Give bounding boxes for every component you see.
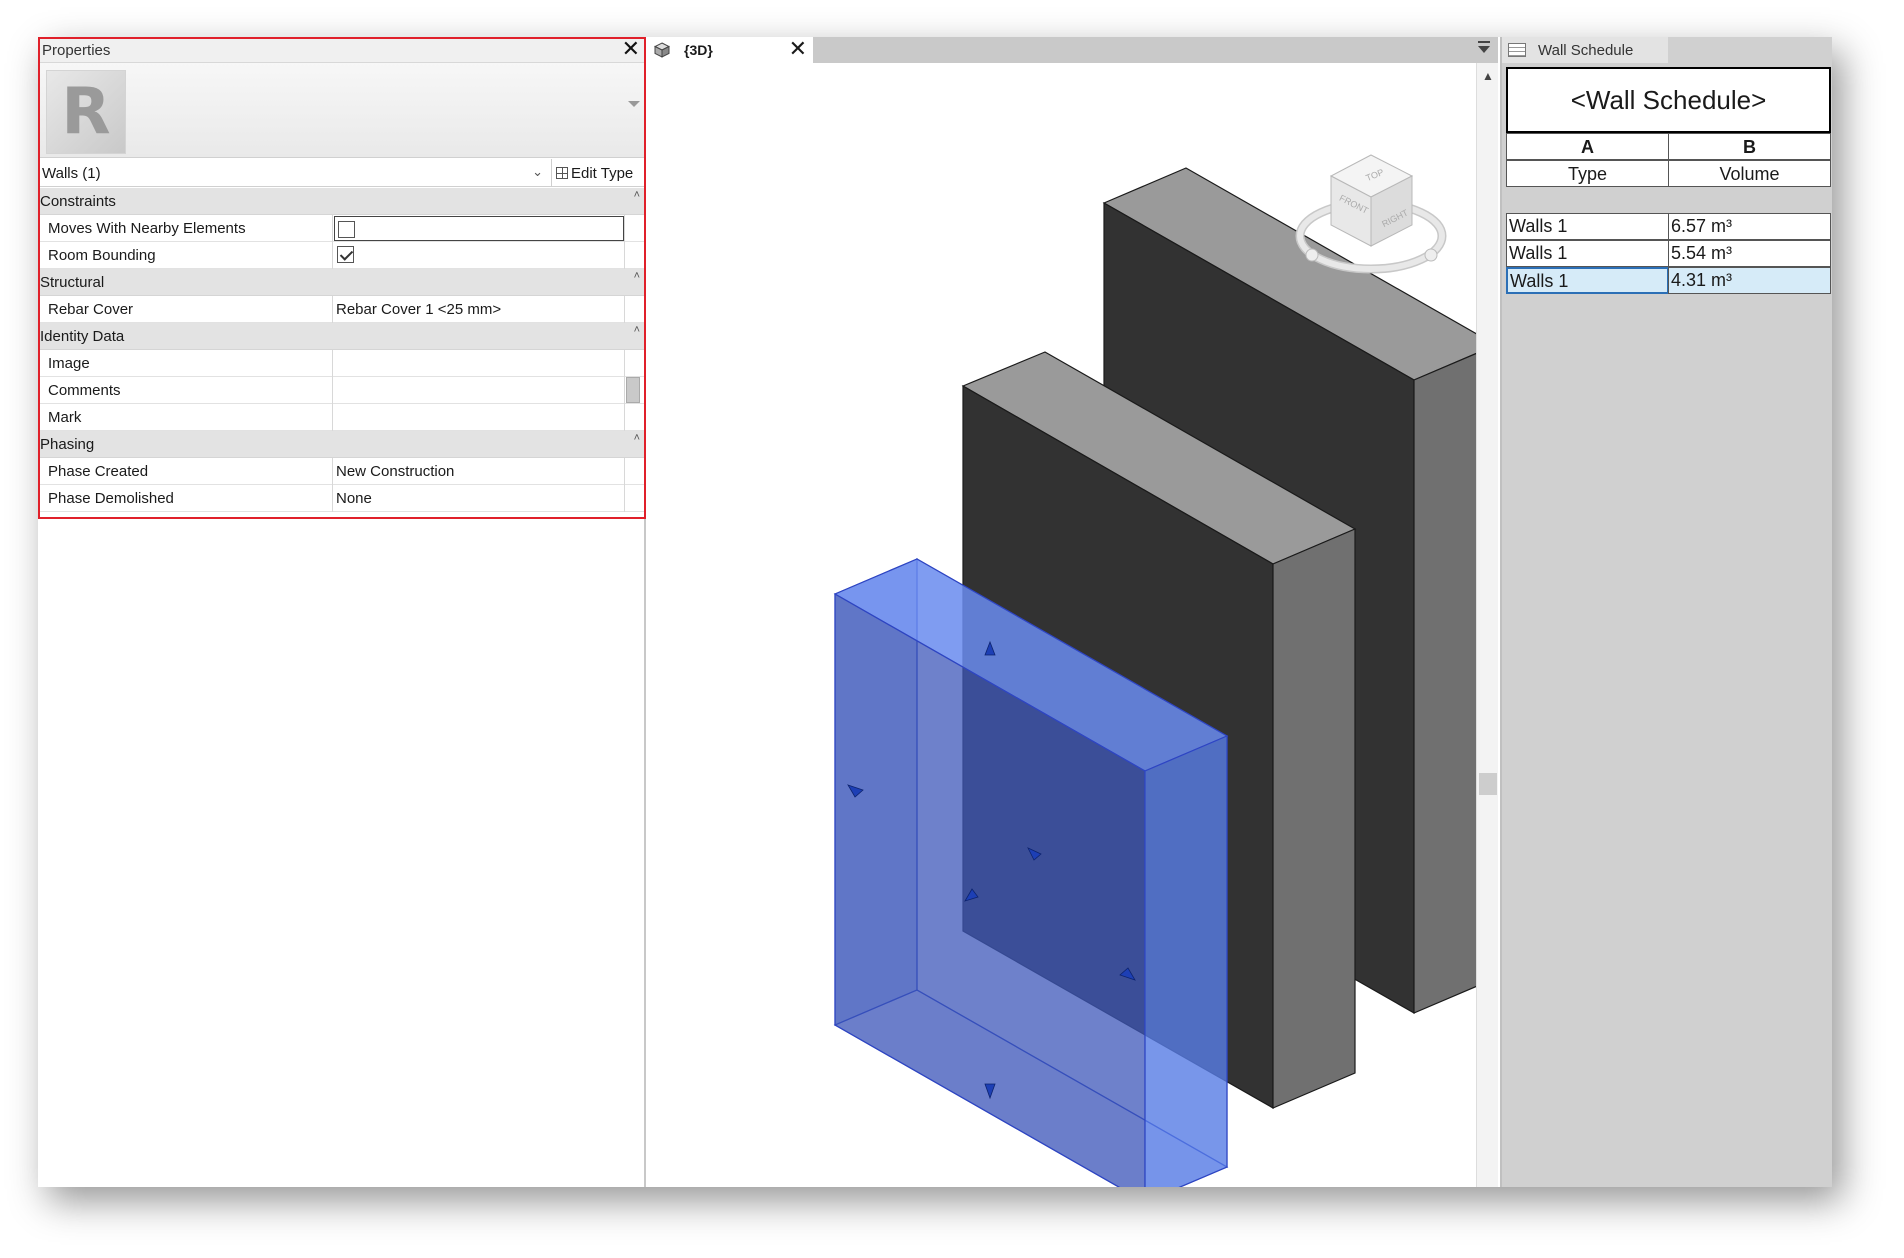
collapse-icon[interactable]: ˄ <box>634 324 640 336</box>
compass-s-icon <box>1305 248 1319 262</box>
cell-volume[interactable]: 4.31 m³ <box>1668 267 1831 294</box>
property-row-phase-demolished: Phase Demolished None <box>38 485 646 512</box>
property-scroll-gutter <box>624 242 644 269</box>
schedule-panel: Wall Schedule <Wall Schedule> A B Type V… <box>1500 37 1832 1187</box>
cell-volume[interactable]: 6.57 m³ <box>1668 213 1831 240</box>
schedule-title: <Wall Schedule> <box>1506 67 1831 133</box>
3d-cube-icon <box>654 42 670 58</box>
revit-workspace: Properties ✕ R Walls (1) ⌄ Edit Type Con… <box>38 37 1832 1187</box>
property-name: Phase Created <box>38 458 333 485</box>
category-identity-data[interactable]: Identity Data ˄ <box>38 323 646 350</box>
property-scroll-gutter <box>624 296 644 323</box>
edit-type-label: Edit Type <box>571 164 634 182</box>
property-name: Moves With Nearby Elements <box>38 215 333 242</box>
cell-type[interactable]: Walls 1 <box>1506 267 1669 294</box>
properties-title: Properties <box>42 42 111 59</box>
property-scroll-gutter <box>624 350 644 377</box>
schedule-table: A B Type Volume Walls 1 6.57 m³ Walls 1 … <box>1506 133 1831 294</box>
schedule-column-letters: A B <box>1506 133 1831 160</box>
cell-type[interactable]: Walls 1 <box>1506 240 1669 267</box>
property-row-image: Image <box>38 350 646 377</box>
tab-3d-label: {3D} <box>684 42 713 58</box>
view-tab-bar: {3D} ✕ <box>648 37 1498 63</box>
property-value[interactable]: None <box>334 485 624 512</box>
properties-title-bar: Properties ✕ <box>38 37 646 63</box>
category-label: Structural <box>40 274 105 291</box>
category-constraints[interactable]: Constraints ˄ <box>38 188 646 215</box>
property-checkbox-cell[interactable] <box>334 242 624 269</box>
edit-type-icon <box>556 167 568 179</box>
properties-scrollbar-thumb[interactable] <box>626 377 640 403</box>
edit-type-button[interactable]: Edit Type <box>556 162 644 184</box>
instance-filter-dropdown[interactable]: Walls (1) ⌄ <box>38 159 552 187</box>
property-value[interactable] <box>334 350 624 377</box>
selector-row: Walls (1) ⌄ Edit Type <box>38 159 646 187</box>
view-scrollbar[interactable]: ▲ <box>1476 63 1498 1187</box>
cell-type[interactable]: Walls 1 <box>1506 213 1669 240</box>
property-name: Mark <box>38 404 333 431</box>
property-value[interactable]: Rebar Cover 1 <25 mm> <box>334 296 624 323</box>
chevron-down-icon: ⌄ <box>532 164 543 179</box>
properties-grid: Constraints ˄ Moves With Nearby Elements Ro… <box>38 188 646 512</box>
instance-filter-value: Walls (1) <box>42 165 101 182</box>
type-preview[interactable]: R <box>38 63 646 158</box>
schedule-tab-label: Wall Schedule <box>1538 42 1634 59</box>
checkbox[interactable] <box>337 246 354 263</box>
category-phasing[interactable]: Phasing ˄ <box>38 431 646 458</box>
column-letter-a[interactable]: A <box>1506 133 1669 160</box>
column-header-type[interactable]: Type <box>1506 160 1669 187</box>
schedule-header-gap <box>1506 187 1831 213</box>
table-row[interactable]: Walls 1 5.54 m³ <box>1506 240 1831 267</box>
schedule-icon <box>1508 43 1526 57</box>
tab-3d-view[interactable]: {3D} ✕ <box>648 37 813 63</box>
property-row-rebar-cover: Rebar Cover Rebar Cover 1 <25 mm> <box>38 296 646 323</box>
property-row-phase-created: Phase Created New Construction <box>38 458 646 485</box>
schedule-tab-bar: Wall Schedule <box>1502 37 1832 63</box>
property-scroll-gutter <box>624 485 644 512</box>
property-name: Phase Demolished <box>38 485 333 512</box>
revit-logo-icon: R <box>46 70 126 154</box>
close-icon[interactable]: ✕ <box>622 38 640 60</box>
collapse-icon[interactable]: ˄ <box>634 189 640 201</box>
category-label: Constraints <box>40 193 116 210</box>
category-label: Identity Data <box>40 328 125 345</box>
table-row[interactable]: Walls 1 6.57 m³ <box>1506 213 1831 240</box>
property-checkbox-cell[interactable] <box>334 216 624 241</box>
property-scroll-gutter <box>624 404 644 431</box>
close-icon[interactable]: ✕ <box>789 38 807 60</box>
cell-volume[interactable]: 5.54 m³ <box>1668 240 1831 267</box>
property-value[interactable] <box>334 404 624 431</box>
compass-e-icon <box>1424 248 1438 262</box>
property-row-comments: Comments <box>38 377 646 404</box>
collapse-icon[interactable]: ˄ <box>634 432 640 444</box>
property-name: Comments <box>38 377 333 404</box>
property-value[interactable]: New Construction <box>334 458 624 485</box>
column-letter-b[interactable]: B <box>1668 133 1831 160</box>
view-list-dropdown-icon[interactable] <box>1478 41 1490 53</box>
table-row[interactable]: Walls 1 4.31 m³ <box>1506 267 1831 294</box>
category-label: Phasing <box>40 436 95 453</box>
property-name: Rebar Cover <box>38 296 333 323</box>
property-scroll-gutter <box>624 215 644 242</box>
property-value[interactable] <box>334 377 624 404</box>
view-scrollbar-thumb[interactable] <box>1479 773 1497 795</box>
checkbox[interactable] <box>338 221 355 238</box>
property-row-mark: Mark <box>38 404 646 431</box>
collapse-icon[interactable]: ˄ <box>634 270 640 282</box>
view-3d-panel: {3D} ✕ TOP FRONT RIGHT ▲ <box>648 37 1498 1187</box>
property-scroll-gutter <box>624 458 644 485</box>
property-name: Room Bounding <box>38 242 333 269</box>
schedule-column-headers: Type Volume <box>1506 160 1831 187</box>
column-header-volume[interactable]: Volume <box>1668 160 1831 187</box>
tab-wall-schedule[interactable]: Wall Schedule <box>1502 37 1668 63</box>
property-row-moves-with-nearby-elements: Moves With Nearby Elements <box>38 215 646 242</box>
property-name: Image <box>38 350 333 377</box>
property-row-room-bounding: Room Bounding <box>38 242 646 269</box>
chevron-up-icon[interactable]: ▲ <box>1482 69 1494 83</box>
model-canvas[interactable]: TOP FRONT RIGHT <box>648 63 1476 1187</box>
properties-panel: Properties ✕ R Walls (1) ⌄ Edit Type Con… <box>38 37 646 1187</box>
category-structural[interactable]: Structural ˄ <box>38 269 646 296</box>
chevron-down-icon[interactable] <box>628 101 640 107</box>
